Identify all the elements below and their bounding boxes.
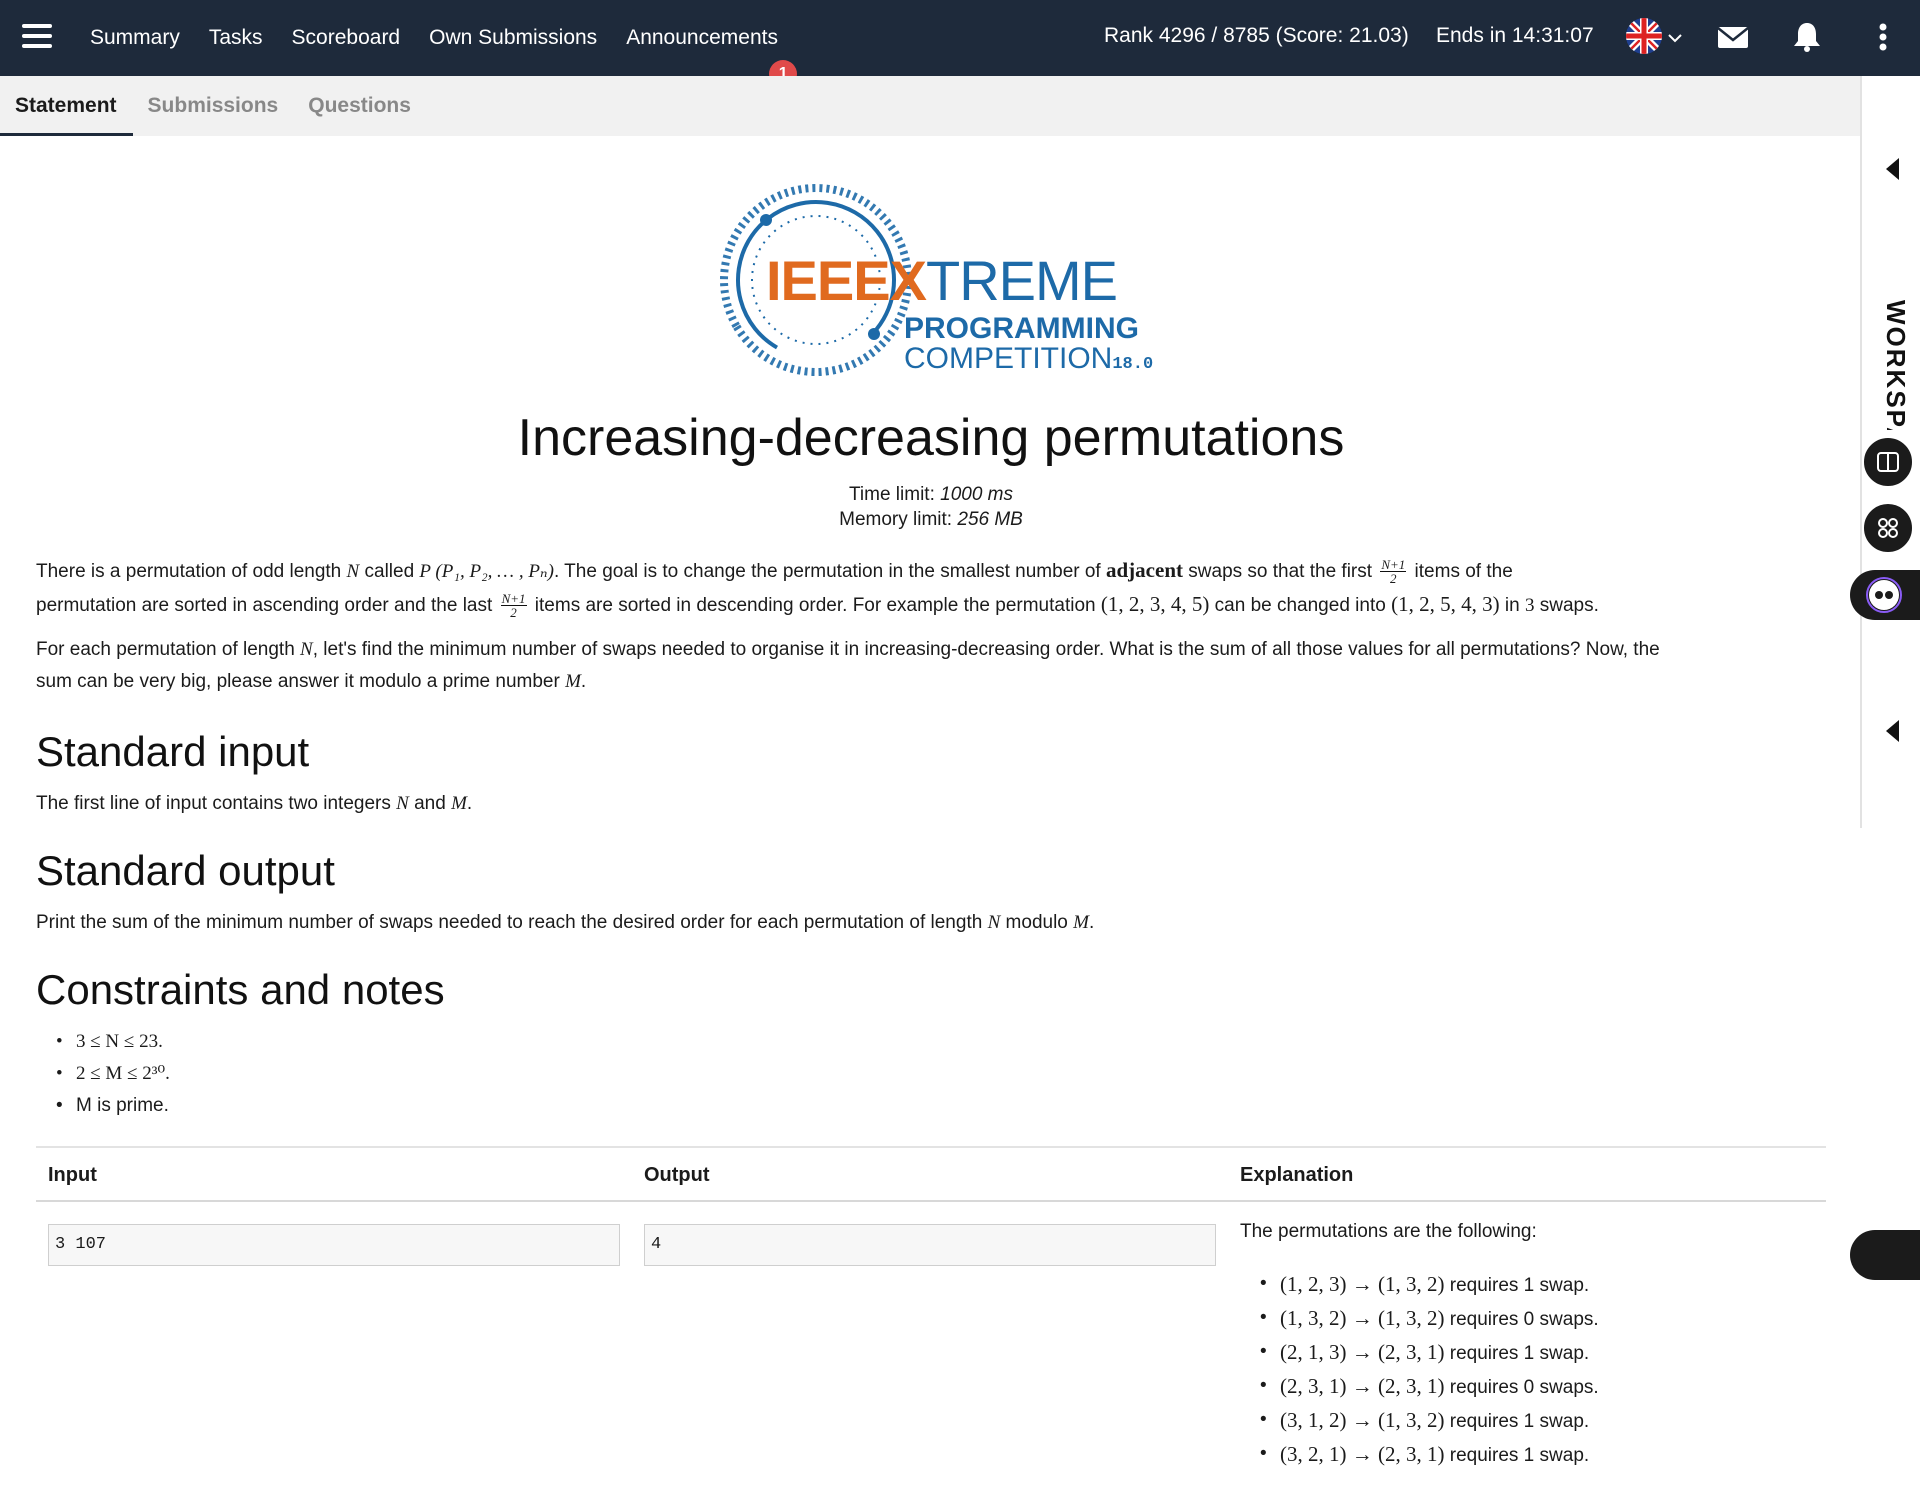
list-item: (1, 2, 3) → (1, 3, 2) requires 1 swap.	[1260, 1268, 1599, 1302]
floating-action-button[interactable]	[1850, 1230, 1920, 1280]
collapse-arrow-icon[interactable]	[1886, 158, 1899, 180]
logo-competition-text: COMPETITION18.0	[904, 342, 1154, 375]
constraint-m: 2 ≤ M ≤ 2³⁰.	[56, 1058, 170, 1090]
book-icon[interactable]	[1862, 436, 1914, 488]
constraint-prime: M is prime.	[56, 1090, 170, 1122]
statement-paragraph-2: For each permutation of length N, let's …	[36, 639, 1660, 692]
standard-output-text: Print the sum of the minimum number of s…	[36, 912, 1095, 933]
assistant-bot-button[interactable]	[1850, 570, 1920, 620]
hamburger-menu-icon[interactable]	[22, 24, 52, 48]
problem-tabs: Statement Submissions Questions	[0, 76, 1860, 136]
example-output-box[interactable]: 4	[644, 1224, 1216, 1266]
tab-submissions[interactable]: Submissions	[133, 76, 294, 136]
workspace-label: WORKSPA	[1881, 300, 1911, 430]
language-chevron-down-icon[interactable]	[1668, 33, 1682, 43]
constraint-n: 3 ≤ N ≤ 23.	[56, 1026, 170, 1058]
statement-paragraph-1: There is a permutation of odd length N c…	[36, 557, 1599, 621]
nav-own-submissions[interactable]: Own Submissions	[429, 26, 597, 50]
fraction-n-plus-1-over-2: N+1 2	[1380, 557, 1407, 587]
ieeextreme-logo: IEEEXTREME PROGRAMMING COMPETITION18.0	[716, 176, 1196, 376]
contest-timer: Ends in 14:31:07	[1436, 24, 1594, 47]
list-item: (2, 3, 1) → (2, 3, 1) requires 0 swaps.	[1260, 1370, 1599, 1404]
tab-statement[interactable]: Statement	[0, 76, 133, 136]
fraction-n-plus-1-over-2-second: N+1 2	[500, 591, 527, 621]
uk-flag-icon[interactable]	[1626, 18, 1662, 54]
main-nav: Summary Tasks Scoreboard Own Submissions…	[90, 0, 807, 88]
time-limit: Time limit: 1000 ms	[849, 484, 1013, 505]
more-vertical-icon[interactable]	[1866, 20, 1900, 54]
example-table-header: Input Output Explanation	[36, 1146, 1826, 1202]
apps-icon[interactable]	[1862, 502, 1914, 554]
example-input-box[interactable]: 3 107	[48, 1224, 620, 1266]
list-item: (2, 1, 3) → (2, 3, 1) requires 1 swap.	[1260, 1336, 1599, 1370]
logo-ieee-text: IEEEXTREME	[766, 249, 1118, 312]
top-navbar: Summary Tasks Scoreboard Own Submissions…	[0, 0, 1920, 88]
constraints-list: 3 ≤ N ≤ 23. 2 ≤ M ≤ 2³⁰. M is prime.	[56, 1026, 170, 1122]
logo-programming-text: PROGRAMMING	[904, 312, 1139, 345]
nav-summary[interactable]: Summary	[90, 26, 180, 50]
nav-tasks[interactable]: Tasks	[209, 26, 263, 50]
list-item: (3, 1, 2) → (1, 3, 2) requires 1 swap.	[1260, 1404, 1599, 1438]
constraints-heading: Constraints and notes	[36, 966, 445, 1013]
example-explanation-intro: The permutations are the following:	[1240, 1221, 1537, 1242]
tab-questions[interactable]: Questions	[293, 76, 426, 136]
standard-output-heading: Standard output	[36, 847, 335, 894]
standard-input-heading: Standard input	[36, 728, 310, 775]
nav-scoreboard[interactable]: Scoreboard	[292, 26, 401, 50]
header-output: Output	[644, 1164, 710, 1186]
list-item: (1, 3, 2) → (1, 3, 2) requires 0 swaps.	[1260, 1302, 1599, 1336]
rank-score: Rank 4296 / 8785 (Score: 21.03)	[1104, 24, 1409, 47]
header-explanation: Explanation	[1240, 1164, 1354, 1186]
example-explanation-list: (1, 2, 3) → (1, 3, 2) requires 1 swap. (…	[1260, 1268, 1599, 1472]
standard-input-text: The first line of input contains two int…	[36, 793, 473, 814]
mail-icon[interactable]	[1716, 20, 1750, 54]
nav-announcements-label: Announcements	[626, 26, 778, 49]
problem-title: Increasing-decreasing permutations	[517, 409, 1345, 467]
collapse-arrow-lower-icon[interactable]	[1886, 720, 1899, 742]
problem-limits: Time limit: 1000 ms Memory limit: 256 MB	[36, 482, 1826, 532]
memory-limit: Memory limit: 256 MB	[839, 509, 1023, 530]
header-input: Input	[48, 1164, 97, 1186]
bell-icon[interactable]	[1790, 20, 1824, 54]
list-item: (3, 2, 1) → (2, 3, 1) requires 1 swap.	[1260, 1438, 1599, 1472]
nav-announcements[interactable]: Announcements 1	[626, 26, 798, 88]
